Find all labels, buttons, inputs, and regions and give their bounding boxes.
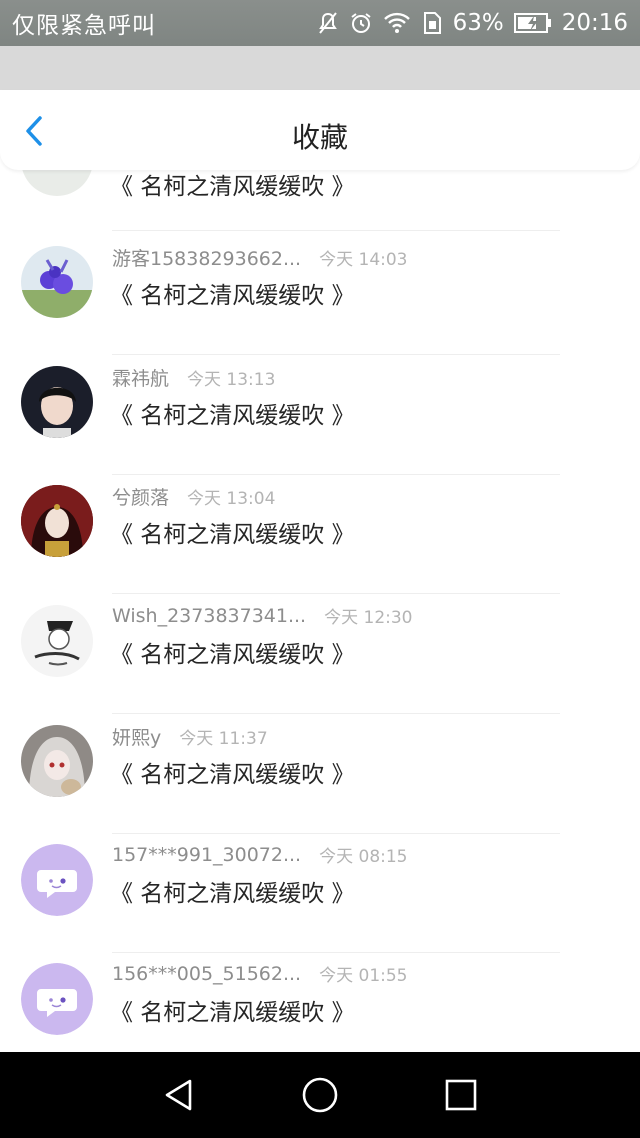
timestamp: 今天 11:37 [179,729,268,749]
avatar [21,725,93,797]
triangle-back-icon [166,1079,192,1111]
nav-back-button[interactable] [162,1077,196,1113]
user-name: 霖祎航 [112,368,170,390]
user-name: 157***991_30072... [112,843,302,866]
item-title: 《 名柯之清风缓缓吹 》 [110,1000,355,1026]
timestamp: 今天 13:13 [187,370,276,390]
item-meta: 兮颜落 今天 13:04 [112,483,275,510]
timestamp: 今天 08:15 [319,847,408,867]
avatar [21,485,93,557]
item-title: 《 名柯之清风缓缓吹 》 [110,881,355,907]
user-name: 兮颜落 [112,487,170,509]
list-item[interactable]: 霖祎航 今天 13:13 《 名柯之清风缓缓吹 》 [0,356,640,475]
list-item[interactable]: Wish_2373837341... 今天 12:30 《 名柯之清风缓缓吹 》 [0,595,640,714]
divider [112,593,560,594]
user-name: 游客15838293662... [112,248,302,270]
list-item[interactable]: 妍熙y 今天 11:37 《 名柯之清风缓缓吹 》 [0,715,640,834]
avatar [21,963,93,1035]
item-meta: 157***991_30072... 今天 08:15 [112,842,408,868]
item-title: 《 名柯之清风缓缓吹 》 [110,642,355,668]
item-meta: 156***005_51562... 今天 01:55 [112,961,408,987]
item-title: 《 名柯之清风缓缓吹 》 [110,522,355,548]
square-recents-icon [445,1079,476,1111]
item-meta: 妍熙y 今天 11:37 [112,723,268,750]
user-name: 156***005_51562... [112,962,302,985]
avatar [21,246,93,318]
item-meta: 霖祎航 今天 13:13 [112,364,275,391]
item-meta: Wish_2373837341... 今天 12:30 [112,603,413,629]
timestamp: 今天 14:03 [319,250,408,270]
divider [112,354,560,355]
timestamp: 今天 13:04 [187,489,276,509]
timestamp: 今天 12:30 [324,608,413,628]
item-title: 《 名柯之清风缓缓吹 》 [110,762,355,788]
list-item[interactable]: 156***005_51562... 今天 01:55 《 名柯之清风缓缓吹 》 [0,953,640,1052]
avatar [21,844,93,916]
user-name: Wish_2373837341... [112,604,307,627]
item-title: 《 名柯之清风缓缓吹 》 [110,283,355,309]
avatar [21,366,93,438]
item-meta: 游客15838293662... 今天 14:03 [112,244,408,271]
list-item[interactable]: 157***991_30072... 今天 08:15 《 名柯之清风缓缓吹 》 [0,834,640,953]
nav-home-button[interactable] [301,1076,339,1114]
nav-recents-button[interactable] [444,1078,478,1112]
top-bar: 收藏 [0,90,640,170]
divider [112,230,560,231]
system-nav-bar [0,1052,640,1138]
avatar [21,605,93,677]
item-title: 《 名柯之清风缓缓吹 》 [110,403,355,429]
page-title: 收藏 [291,121,348,154]
list-item[interactable]: 游客15838293662... 今天 14:03 《 名柯之清风缓缓吹 》 [0,236,640,355]
divider [112,713,560,714]
timestamp: 今天 01:55 [319,966,408,986]
circle-home-icon [302,1077,338,1113]
user-name: 妍熙y [112,727,162,749]
item-title: 《 名柯之清风缓缓吹 》 [110,174,355,200]
list-item[interactable]: 兮颜落 今天 13:04 《 名柯之清风缓缓吹 》 [0,475,640,594]
